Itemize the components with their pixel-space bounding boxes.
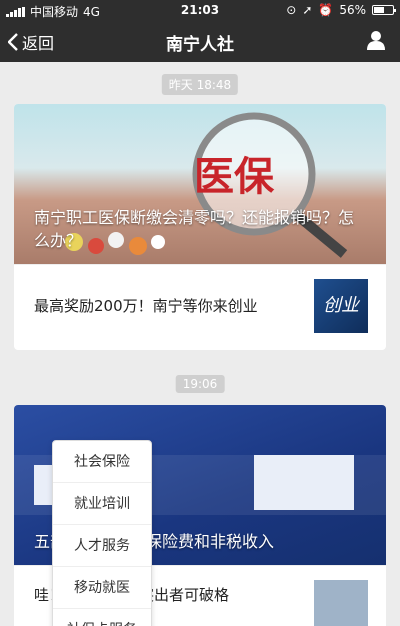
battery-icon (372, 5, 396, 15)
article-card: 医保 南宁职工医保断缴会清零吗？还能报销吗？怎么办？ 最高奖励200万！南宁等你… (14, 104, 386, 350)
menu-item-social-insurance[interactable]: 社会保险 (53, 441, 151, 483)
alarm-icon: ⏰ (318, 3, 334, 17)
article-headline: 南宁职工医保断缴会清零吗？还能报销吗？怎么办？ (34, 208, 355, 250)
article-thumbnail: 创业 (314, 279, 368, 333)
battery-percent: 56% (339, 3, 366, 17)
article-sub-item[interactable]: 最高奖励200万！南宁等你来创业 创业 (14, 264, 386, 349)
article-hero[interactable]: 医保 南宁职工医保断缴会清零吗？还能报销吗？怎么办？ (14, 104, 386, 264)
timestamp-chip: 19:06 (175, 375, 225, 393)
svg-text:医保: 医保 (194, 154, 275, 200)
battery-fill (374, 7, 385, 13)
menu-item-social-card[interactable]: 社保卡服务 (53, 609, 151, 626)
page-title: 南宁人社 (166, 35, 234, 55)
nav-bar: 返回 南宁人社 (0, 20, 400, 62)
article-thumbnail (314, 580, 368, 626)
user-icon (367, 31, 385, 50)
menu-item-employment-training[interactable]: 就业培训 (53, 483, 151, 525)
lock-rotation-icon: ⊙ (286, 3, 297, 17)
service-menu: 社会保险 就业培训 人才服务 移动就医 社保卡服务 (52, 440, 152, 626)
profile-button[interactable] (366, 30, 386, 54)
status-bar: 中国移动 4G 21:03 ⊙ ➚ ⏰ 56% (0, 0, 400, 20)
menu-item-mobile-medical[interactable]: 移动就医 (53, 567, 151, 609)
article-sub-title: 最高奖励200万！南宁等你来创业 (34, 297, 258, 315)
timestamp-chip: 昨天 18:48 (161, 74, 239, 95)
status-right: ⊙ ➚ ⏰ 56% (286, 3, 396, 17)
location-icon: ➚ (302, 3, 313, 17)
menu-item-talent-service[interactable]: 人才服务 (53, 525, 151, 567)
